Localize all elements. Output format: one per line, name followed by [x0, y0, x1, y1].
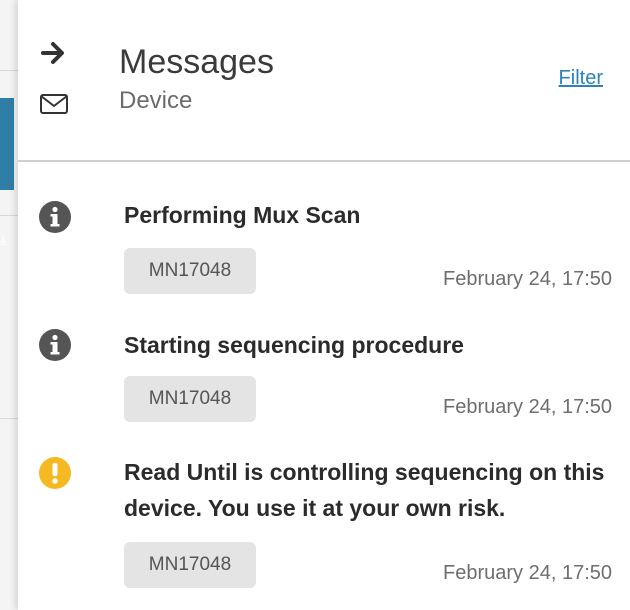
device-badge[interactable]: MN17048 [124, 376, 256, 422]
panel-title: Messages [119, 43, 274, 81]
messages-header: Messages Device Filter [18, 0, 630, 162]
envelope-icon [39, 93, 69, 115]
message-timestamp: February 24, 17:50 [443, 268, 612, 290]
background-divider [0, 215, 18, 216]
arrow-right-icon[interactable] [40, 40, 68, 66]
messages-panel: Messages Device Filter Performing Mux Sc… [18, 0, 630, 610]
background-divider [0, 70, 18, 71]
info-icon [38, 328, 72, 362]
download-icon: ⤓ [0, 231, 7, 247]
device-badge[interactable]: MN17048 [124, 542, 256, 588]
message-text: Starting sequencing procedure [124, 332, 464, 358]
message-text: Performing Mux Scan [124, 202, 361, 228]
background-blue-tab[interactable]: ⤓ [0, 98, 14, 247]
message-text: Read Until is controlling sequencing on … [124, 459, 605, 521]
warning-icon [38, 456, 72, 490]
panel-subtitle: Device [119, 87, 193, 114]
background-divider [0, 418, 18, 419]
message-timestamp: February 24, 17:50 [443, 562, 612, 584]
background-page: ⤓ [0, 0, 18, 610]
message-timestamp: February 24, 17:50 [443, 396, 612, 418]
info-icon [38, 200, 72, 234]
filter-link[interactable]: Filter [559, 66, 603, 90]
device-badge[interactable]: MN17048 [124, 248, 256, 294]
